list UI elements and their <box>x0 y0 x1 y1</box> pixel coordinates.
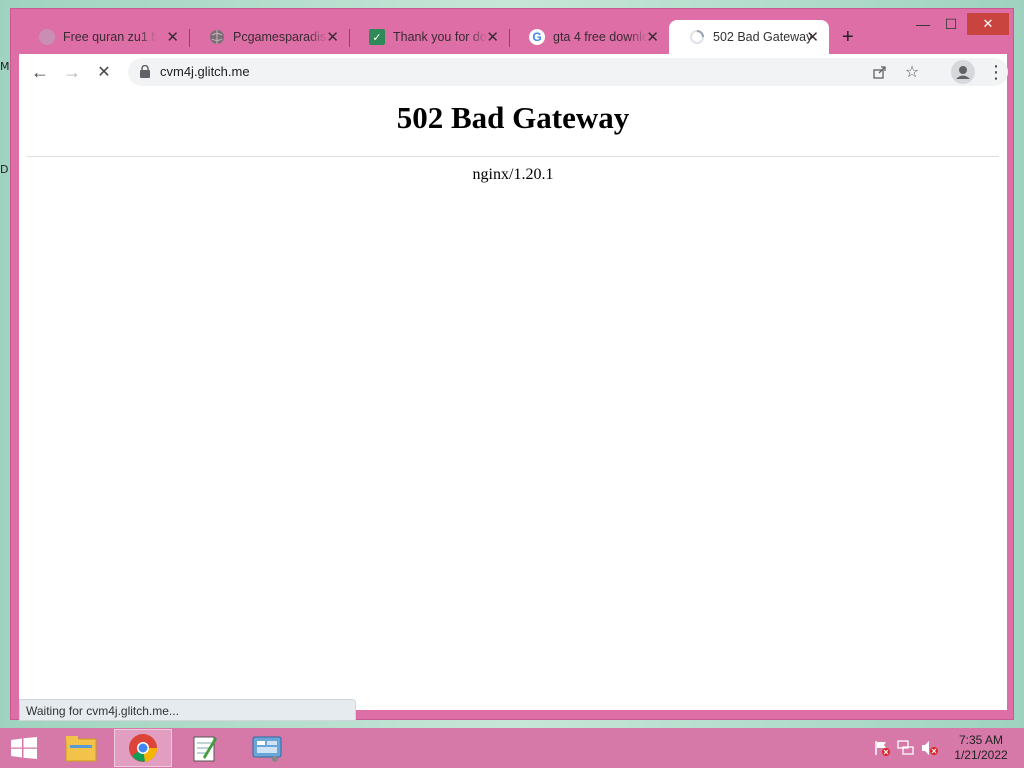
tab-title: 502 Bad Gateway <box>713 30 813 44</box>
clock-date: 1/21/2022 <box>954 748 1008 762</box>
volume-muted-icon[interactable] <box>921 740 939 756</box>
menu-button[interactable]: ⋮ <box>985 61 1007 83</box>
close-tab-icon[interactable]: ✕ <box>486 28 499 46</box>
tab-thank-you[interactable]: ✓ Thank you for dow ✕ <box>349 20 510 54</box>
maximize-button[interactable]: ☐ <box>936 13 966 35</box>
clock-time: 7:35 AM <box>958 733 1004 747</box>
extension-tab-icon <box>39 29 55 45</box>
page-heading: 502 Bad Gateway <box>396 100 630 135</box>
close-window-button[interactable]: ✕ <box>967 13 1009 35</box>
server-signature: nginx/1.20.1 <box>472 166 554 183</box>
close-tab-icon[interactable]: ✕ <box>166 28 179 46</box>
close-tab-icon[interactable]: ✕ <box>646 28 659 46</box>
tab-title: Free quran zu1 fr <box>63 30 157 44</box>
url-text[interactable]: cvm4j.glitch.me <box>160 64 250 79</box>
google-g-icon: G <box>529 29 545 45</box>
tab-gta4[interactable]: G gta 4 free downlo ✕ <box>509 20 669 54</box>
globe-icon <box>209 29 225 45</box>
desktop-icon-label[interactable]: M <box>0 60 10 73</box>
chrome-icon[interactable] <box>114 729 172 767</box>
address-bar[interactable]: cvm4j.glitch.me ☆ <box>128 58 1008 86</box>
desktop-icon-label[interactable]: D <box>0 163 8 176</box>
tab-strip: Free quran zu1 fr ✕ Pcgamesparadise ✕ ✓ … <box>19 20 919 54</box>
tab-free-quran[interactable]: Free quran zu1 fr ✕ <box>19 20 190 54</box>
tab-title: gta 4 free downlo <box>553 30 647 44</box>
control-panel-icon[interactable] <box>238 729 296 767</box>
star-icon[interactable]: ☆ <box>902 62 922 82</box>
profile-icon[interactable] <box>951 60 975 84</box>
lock-icon[interactable] <box>140 65 150 78</box>
browser-toolbar: ← → ✕ cvm4j.glitch.me ☆ ⋮ <box>19 54 1008 90</box>
new-tab-button[interactable]: + <box>842 26 854 49</box>
notepad-icon[interactable] <box>176 729 234 767</box>
back-button[interactable]: ← <box>29 61 51 83</box>
file-explorer-icon[interactable] <box>52 729 110 767</box>
tab-pcgamesparadise[interactable]: Pcgamesparadise ✕ <box>189 20 350 54</box>
horizontal-rule <box>27 156 999 157</box>
network-icon[interactable] <box>897 740 915 756</box>
browser-window: — ☐ ✕ Free quran zu1 fr ✕ Pcgamesparadis… <box>10 8 1014 721</box>
page-viewport: 502 Bad Gateway nginx/1.20.1 <box>19 90 1007 710</box>
share-icon[interactable] <box>870 62 890 82</box>
tab-title: Pcgamesparadise <box>233 30 327 44</box>
taskbar: 7:35 AM 1/21/2022 <box>0 728 1024 768</box>
windows-start-icon[interactable] <box>10 737 38 759</box>
stop-loading-button[interactable]: ✕ <box>93 61 115 83</box>
loading-spinner-icon <box>689 29 705 45</box>
action-center-flag-icon[interactable] <box>873 740 891 756</box>
green-check-favicon: ✓ <box>369 29 385 45</box>
system-clock[interactable]: 7:35 AM 1/21/2022 <box>946 733 1016 763</box>
close-tab-icon[interactable]: ✕ <box>806 28 819 46</box>
tab-title: Thank you for dow <box>393 30 487 44</box>
status-bubble: Waiting for cvm4j.glitch.me... <box>19 699 356 721</box>
close-tab-icon[interactable]: ✕ <box>326 28 339 46</box>
forward-button[interactable]: → <box>61 61 83 83</box>
tab-502-bad-gateway[interactable]: 502 Bad Gateway ✕ <box>669 20 829 54</box>
